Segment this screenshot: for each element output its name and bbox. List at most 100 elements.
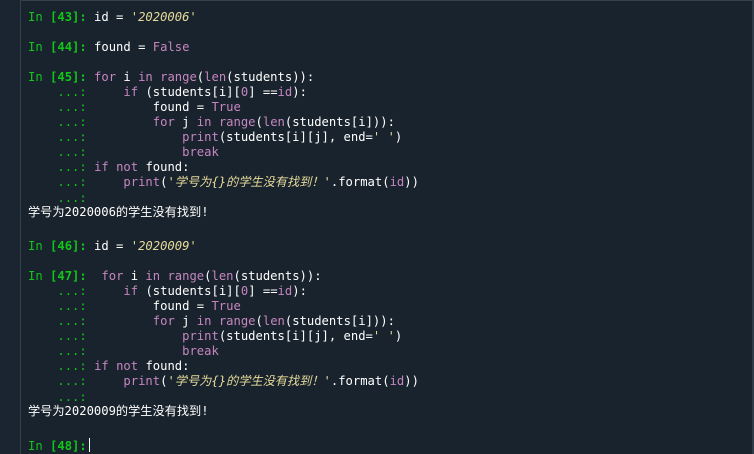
code: ( bbox=[255, 115, 263, 129]
builtin: range bbox=[218, 115, 256, 129]
builtin: id bbox=[389, 374, 405, 388]
builtin: range bbox=[160, 70, 197, 84]
cell-45-line-9: ...: bbox=[28, 191, 87, 206]
code: id = bbox=[86, 10, 131, 24]
keyword: if bbox=[123, 85, 139, 99]
cell-45-line-2: ...: if (students[i][0] ==id): bbox=[28, 85, 307, 100]
builtin: len bbox=[262, 115, 285, 129]
builtin: print bbox=[182, 329, 219, 343]
builtin: id bbox=[277, 284, 293, 298]
prompt-continuation: ...: bbox=[57, 115, 87, 129]
prompt-number: [45]: bbox=[50, 70, 87, 84]
code: (students)): bbox=[233, 269, 322, 283]
cell-47-line-5: ...: print(students[i][j], end=' ') bbox=[28, 329, 402, 344]
code: j bbox=[174, 314, 197, 328]
prompt-continuation: ...: bbox=[57, 145, 87, 159]
code: ] == bbox=[248, 284, 278, 298]
code: ): bbox=[292, 284, 307, 298]
cell-47-output: 学号为2020009的学生没有找到! bbox=[28, 404, 209, 418]
prompt-number: [44]: bbox=[50, 40, 87, 54]
prompt-continuation: ...: bbox=[57, 284, 87, 298]
code: found = bbox=[86, 40, 153, 54]
bool-literal: False bbox=[152, 40, 190, 54]
code: .format( bbox=[330, 175, 390, 189]
cell-45-line-7: ...: if not found: bbox=[28, 160, 189, 175]
cell-45-output: 学号为2020006的学生没有找到! bbox=[28, 205, 209, 219]
code: (students[i])): bbox=[284, 314, 395, 328]
keyword: if bbox=[94, 359, 109, 373]
prompt-continuation: ...: bbox=[57, 160, 87, 174]
keyword: break bbox=[182, 145, 219, 159]
keyword: not bbox=[116, 359, 139, 373]
code bbox=[94, 145, 182, 159]
string-literal: '2020006' bbox=[130, 10, 197, 24]
keyword: in bbox=[145, 269, 161, 283]
code: (students[i][j], end= bbox=[218, 130, 373, 144]
prompt-in: In bbox=[28, 70, 51, 84]
code bbox=[109, 359, 116, 373]
prompt-number: [46]: bbox=[50, 239, 87, 253]
prompt-in: In bbox=[28, 439, 51, 453]
prompt-continuation: ...: bbox=[57, 359, 87, 373]
prompt-in: In bbox=[28, 10, 51, 24]
prompt-continuation: ...: bbox=[57, 344, 87, 358]
bool-literal: True bbox=[211, 100, 241, 114]
cell-45-line-8: ...: print('学号为{}的学生没有找到！'.format(id)) bbox=[28, 175, 419, 190]
code: (students[i][j], end= bbox=[218, 329, 373, 343]
code: ) bbox=[394, 130, 403, 144]
ipython-console[interactable]: In [43]: id = '2020006' In [44]: found =… bbox=[20, 0, 754, 454]
keyword: in bbox=[196, 115, 212, 129]
cell-46-input: In [46]: id = '2020009' bbox=[28, 239, 197, 254]
code bbox=[211, 314, 218, 328]
prompt-continuation: ...: bbox=[57, 100, 87, 114]
prompt-in: In bbox=[28, 269, 51, 283]
code bbox=[94, 115, 153, 129]
prompt-continuation: ...: bbox=[57, 85, 87, 99]
builtin: id bbox=[277, 85, 293, 99]
code bbox=[153, 70, 160, 84]
prompt-in: In bbox=[28, 239, 51, 253]
bool-literal: True bbox=[211, 299, 241, 313]
code: found = bbox=[94, 299, 212, 313]
keyword: if bbox=[123, 284, 139, 298]
code: (students[i])): bbox=[284, 115, 395, 129]
prompt-continuation: ...: bbox=[57, 130, 87, 144]
builtin: len bbox=[262, 314, 285, 328]
cell-43-input: In [43]: id = '2020006' bbox=[28, 10, 197, 25]
code: ) bbox=[394, 329, 403, 343]
prompt-continuation: ...: bbox=[57, 299, 87, 313]
code: (students[i][ bbox=[138, 284, 241, 298]
keyword: not bbox=[116, 160, 139, 174]
code bbox=[94, 374, 123, 388]
code: )) bbox=[404, 175, 419, 189]
string-literal: '学号为{}的学生没有找到！' bbox=[167, 175, 331, 189]
builtin: len bbox=[204, 70, 227, 84]
code: id = bbox=[86, 239, 131, 253]
prompt-in: In bbox=[28, 40, 51, 54]
builtin: print bbox=[123, 175, 161, 189]
string-literal: ' ' bbox=[372, 329, 395, 343]
cell-44-input: In [44]: found = False bbox=[28, 40, 189, 55]
prompt-number: [43]: bbox=[50, 10, 87, 24]
cell-47-line-2: ...: if (students[i][0] ==id): bbox=[28, 284, 307, 299]
prompt-number: [48]: bbox=[50, 439, 87, 453]
keyword: in bbox=[196, 314, 212, 328]
code bbox=[94, 329, 182, 343]
code: ): bbox=[292, 85, 307, 99]
code bbox=[211, 115, 218, 129]
cell-47-line-4: ...: for j in range(len(students[i])): bbox=[28, 314, 395, 329]
prompt-continuation: ...: bbox=[57, 191, 87, 205]
keyword: for bbox=[152, 115, 175, 129]
cell-48-input[interactable]: In [48]: bbox=[28, 438, 90, 453]
cell-45-line-5: ...: print(students[i][j], end=' ') bbox=[28, 130, 402, 145]
code bbox=[94, 314, 153, 328]
prompt-number: [47]: bbox=[50, 269, 87, 283]
code: found = bbox=[94, 100, 212, 114]
builtin: range bbox=[218, 314, 256, 328]
code bbox=[94, 130, 182, 144]
code: ] == bbox=[248, 85, 278, 99]
prompt-continuation: ...: bbox=[57, 374, 87, 388]
code: j bbox=[174, 115, 197, 129]
code: .format( bbox=[330, 374, 390, 388]
code: (students)): bbox=[226, 70, 315, 84]
